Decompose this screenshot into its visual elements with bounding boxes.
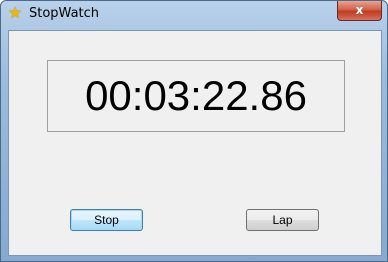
close-button[interactable]: x — [337, 1, 382, 21]
title-bar[interactable]: ★ StopWatch x — [1, 1, 387, 27]
lap-button[interactable]: Lap — [246, 209, 319, 231]
time-display-panel: 00:03:22.86 — [47, 60, 345, 132]
window-title: StopWatch — [29, 6, 100, 21]
client-area: 00:03:22.86 Stop Lap — [8, 30, 382, 256]
app-window: ★ StopWatch x 00:03:22.86 Stop Lap — [0, 0, 388, 262]
close-icon: x — [355, 3, 364, 17]
star-icon: ★ — [7, 3, 23, 22]
elapsed-time: 00:03:22.86 — [85, 72, 307, 119]
stop-button[interactable]: Stop — [70, 209, 143, 231]
